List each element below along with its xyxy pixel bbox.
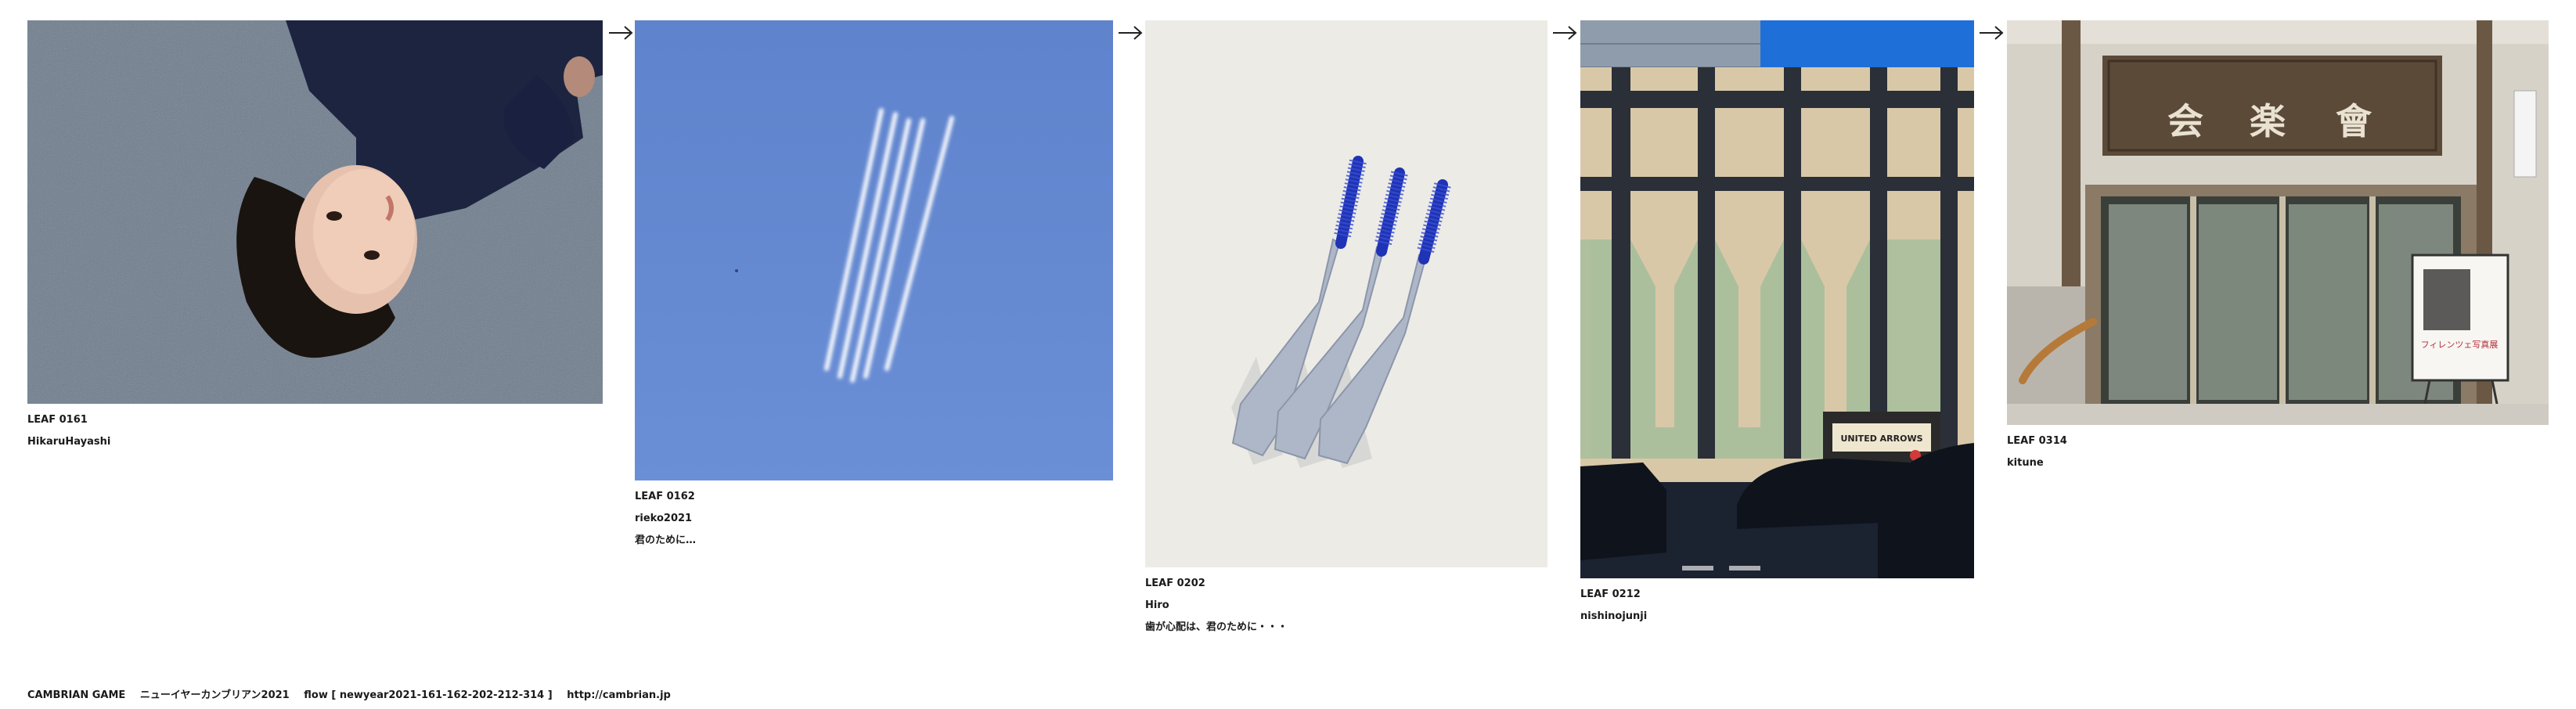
leaf-0162-id: LEAF 0162 (635, 491, 695, 502)
footer-subtitle: ニューイヤーカンブリアン2021 (139, 689, 290, 701)
right-arrow-icon (1980, 26, 2004, 40)
leaf-0202-photo[interactable] (1145, 20, 1547, 567)
leaf-0161-photo[interactable] (27, 20, 603, 404)
leaf-0161-id: LEAF 0161 (27, 414, 88, 426)
leaf-0202-id: LEAF 0202 (1145, 578, 1205, 589)
footer-title: CAMBRIAN GAME (27, 689, 126, 701)
leaf-0202: LEAF 0202 Hiro 歯が心配は、君のために・・・ (1145, 20, 1547, 633)
poster-text: フィレンツェ写真展 (2421, 339, 2499, 350)
svg-text:楽: 楽 (2250, 100, 2286, 142)
leaf-0162-comment: 君のために… (635, 534, 697, 546)
right-arrow-icon (1553, 26, 1577, 40)
leaf-0202-author[interactable]: Hiro (1145, 600, 1547, 611)
leaf-0212-author[interactable]: nishinojunji (1580, 611, 1974, 622)
footer-url-link[interactable]: http://cambrian.jp (567, 689, 671, 701)
leaf-0202-comment: 歯が心配は、君のために・・・ (1145, 621, 1288, 633)
leaf-0314-author[interactable]: kitune (2007, 458, 2549, 469)
right-arrow-icon (609, 26, 633, 40)
footer-flow: flow [ newyear2021-161-162-202-212-314 ] (304, 689, 553, 701)
footer: CAMBRIAN GAME ニューイヤーカンブリアン2021 flow [ ne… (27, 686, 671, 701)
svg-text:會: 會 (2336, 100, 2372, 142)
leaf-0212-photo[interactable]: UNITED ARROWS (1580, 20, 1974, 578)
leaf-0314-id: LEAF 0314 (2007, 435, 2067, 447)
leaf-0162: LEAF 0162 rieko2021 君のために… (635, 20, 1113, 546)
right-arrow-icon (1119, 26, 1143, 40)
leaf-0314: 会 楽 會 フィレンツェ写真展 LEAF 0314 kitune (2007, 20, 2549, 469)
leaf-0212: UNITED ARROWS LEAF 0212 nishinojunji (1580, 20, 1974, 622)
leaf-0314-photo[interactable]: 会 楽 會 フィレンツェ写真展 (2007, 20, 2549, 425)
leaf-0161-author[interactable]: HikaruHayashi (27, 437, 603, 448)
leaf-0162-author[interactable]: rieko2021 (635, 513, 1113, 524)
leaf-0162-photo[interactable] (635, 20, 1113, 480)
svg-text:会: 会 (2167, 100, 2203, 142)
leaf-0161: LEAF 0161 HikaruHayashi (27, 20, 603, 448)
leaf-0212-id: LEAF 0212 (1580, 588, 1641, 600)
store-sign: UNITED ARROWS (1840, 434, 1922, 444)
